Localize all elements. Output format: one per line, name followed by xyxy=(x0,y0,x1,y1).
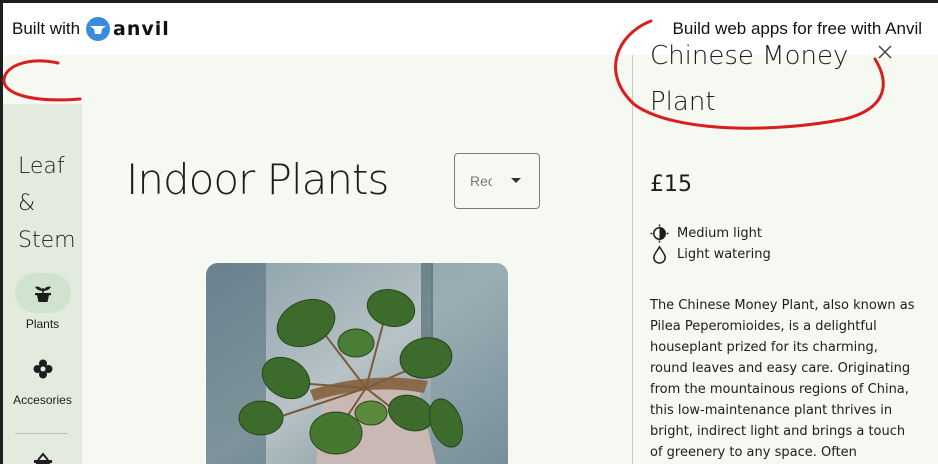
close-icon[interactable] xyxy=(875,42,895,62)
product-title: Chinese Money Plant xyxy=(650,41,849,117)
sidebar-item-label: Accesories xyxy=(13,393,72,407)
brand-line: & xyxy=(18,191,36,216)
anvil-logo: anvil xyxy=(86,17,170,41)
care-water: Light watering xyxy=(650,245,771,264)
rail-icon-container xyxy=(15,442,71,464)
plant-photo xyxy=(206,263,508,464)
product-card-image[interactable] xyxy=(206,263,508,464)
rail-divider xyxy=(15,433,67,434)
brand-line: Leaf xyxy=(18,154,65,179)
brand-name: Leaf & Stem xyxy=(18,148,76,259)
chevron-down-icon xyxy=(511,178,521,183)
page-title: Indoor Plants xyxy=(126,155,389,204)
sidebar-item-label: Plants xyxy=(25,317,60,331)
anvil-logo-text: anvil xyxy=(113,18,170,40)
sidebar-item-basket[interactable] xyxy=(3,442,82,464)
navigation-rail: Leaf & Stem Plants Accesories xyxy=(3,104,82,464)
care-light-text: Medium light xyxy=(677,226,762,241)
plant-pot-icon xyxy=(34,286,51,302)
care-water-text: Light watering xyxy=(677,247,771,262)
active-indicator xyxy=(14,273,71,313)
built-with-anvil-link[interactable]: Built with anvil xyxy=(12,17,170,41)
basket-icon xyxy=(33,452,52,464)
product-price: £15 xyxy=(650,172,692,197)
sidebar-item-plants[interactable]: Plants xyxy=(3,273,82,331)
anvil-icon xyxy=(86,17,111,41)
sort-dropdown[interactable]: Rec xyxy=(454,153,540,209)
sort-selected-value: Rec xyxy=(470,173,492,189)
built-with-label: Built with xyxy=(12,19,81,38)
water-drop-icon xyxy=(653,245,666,264)
rail-icon-container xyxy=(15,349,71,389)
sidebar-item-accesories[interactable]: Accesories xyxy=(3,349,82,407)
flower-icon xyxy=(33,359,52,379)
product-detail-panel: Chinese Money Plant £15 Medium light Lig… xyxy=(632,41,938,464)
care-light: Medium light xyxy=(650,224,762,243)
product-description: The Chinese Money Plant, also known as P… xyxy=(650,298,915,460)
sun-icon xyxy=(650,224,669,243)
brand-line: Stem xyxy=(18,228,76,253)
